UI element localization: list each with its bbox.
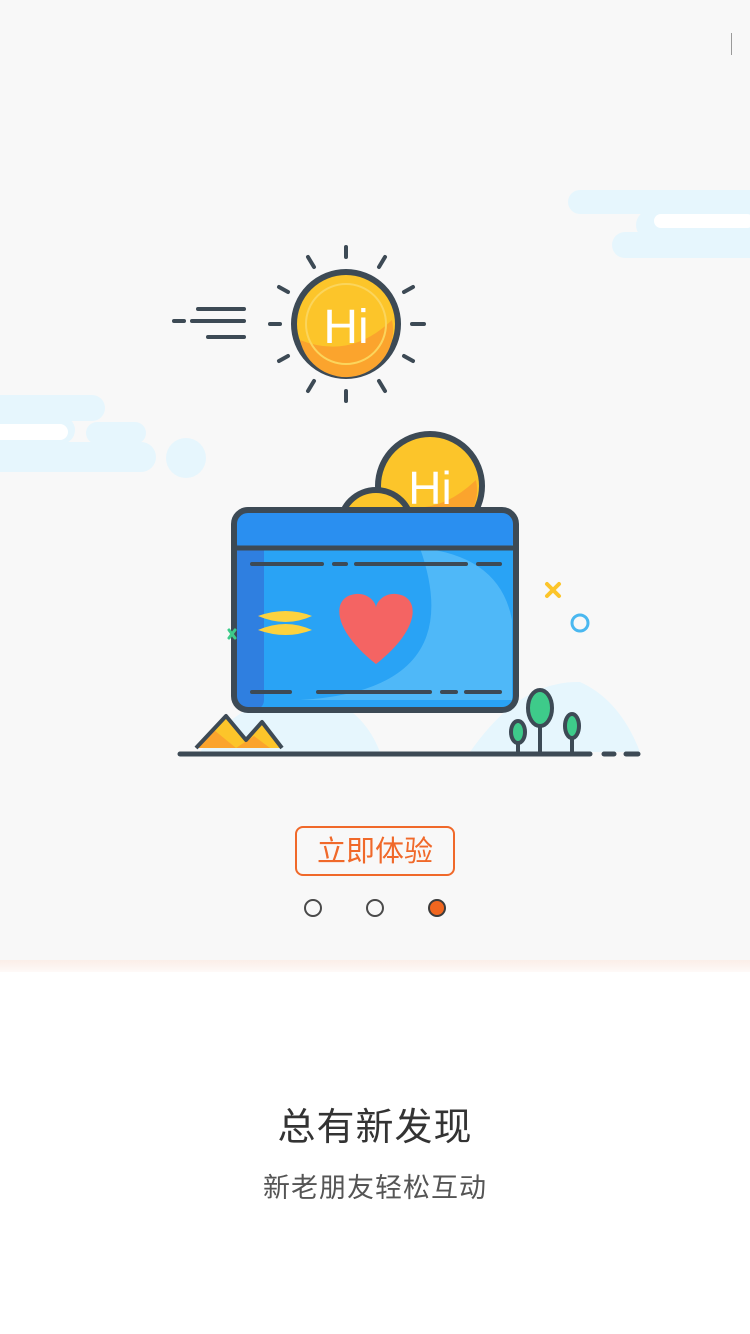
page-dot-2[interactable]	[366, 899, 384, 917]
try-now-button[interactable]: 立即体验	[295, 826, 455, 876]
onboarding-headline: 总有新发现	[277, 1105, 473, 1149]
wallet-illustration: Hi Hi Hi	[0, 190, 750, 757]
cloud-right-icon	[568, 190, 750, 258]
sun-coin-label: Hi	[323, 301, 368, 354]
sparkle-x-icon	[545, 582, 561, 598]
wallet-icon	[231, 507, 519, 713]
onboarding-text-area	[0, 972, 750, 1334]
page-dot-1[interactable]	[304, 899, 322, 917]
page-dot-3-active[interactable]	[428, 899, 446, 917]
sparkle-ring-icon	[570, 613, 590, 633]
coin-large-label: Hi	[408, 462, 451, 514]
cloud-left-icon	[0, 395, 206, 478]
onboarding-subline: 新老朋友轻松互动	[263, 1173, 487, 1204]
sun-coin-icon: Hi	[268, 245, 426, 403]
page-indicator	[0, 899, 750, 923]
speed-lines-icon	[172, 307, 246, 339]
